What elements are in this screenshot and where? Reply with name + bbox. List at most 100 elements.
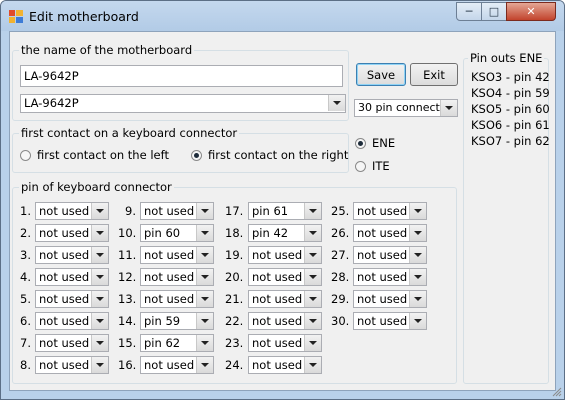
chevron-down-icon[interactable] (196, 247, 213, 263)
chevron-down-icon[interactable] (304, 291, 321, 307)
motherboard-name-input[interactable]: LA-9642P (20, 65, 343, 87)
chevron-down-icon[interactable] (304, 269, 321, 285)
pin-select[interactable]: pin 60 (140, 224, 214, 242)
chevron-down-icon[interactable] (91, 335, 108, 351)
chevron-down-icon[interactable] (304, 313, 321, 329)
pin-select[interactable]: not used (35, 290, 109, 308)
pin-select[interactable]: pin 61 (248, 202, 322, 220)
chevron-down-icon[interactable] (304, 357, 321, 373)
pin-number-label: 1. (20, 204, 31, 218)
pin-select[interactable]: not used (35, 224, 109, 242)
pin-number-label: 3. (20, 248, 31, 262)
chevron-down-icon[interactable] (304, 247, 321, 263)
pin-number-label: 25. (331, 204, 350, 218)
minimize-button[interactable]: ─ (456, 2, 482, 21)
pin-number-label: 22. (225, 314, 244, 328)
pin-select[interactable]: not used (248, 268, 322, 286)
chevron-down-icon[interactable] (91, 203, 108, 219)
chevron-down-icon[interactable] (196, 335, 213, 351)
pin-select[interactable]: not used (35, 356, 109, 374)
chevron-down-icon[interactable] (196, 225, 213, 241)
pin-number-label: 18. (225, 226, 244, 240)
motherboard-select-value: LA-9642P (24, 96, 79, 110)
chevron-down-icon[interactable] (409, 291, 426, 307)
connector-select-value: 30 pin connector (358, 101, 452, 114)
chevron-down-icon[interactable] (409, 247, 426, 263)
pin-select-value: not used (39, 292, 90, 306)
pin-select-value: not used (144, 270, 195, 284)
pin-select[interactable]: not used (353, 202, 427, 220)
pin-number-label: 27. (331, 248, 350, 262)
pin-select[interactable]: not used (140, 202, 214, 220)
chevron-down-icon[interactable] (304, 225, 321, 241)
controller-ene-radio[interactable]: ENE (355, 136, 395, 150)
pin-select[interactable]: not used (248, 290, 322, 308)
chevron-down-icon[interactable] (196, 313, 213, 329)
chevron-down-icon[interactable] (304, 203, 321, 219)
pin-select[interactable]: not used (248, 246, 322, 264)
first-contact-left-radio[interactable]: first contact on the left (20, 148, 169, 162)
chevron-down-icon[interactable] (196, 357, 213, 373)
motherboard-select[interactable]: LA-9642P (20, 94, 346, 113)
pin-number-label: 14. (118, 314, 137, 328)
pin-select[interactable]: not used (353, 268, 427, 286)
pin-select[interactable]: pin 42 (248, 224, 322, 242)
pin-number-label: 17. (225, 204, 244, 218)
pin-select[interactable]: not used (353, 290, 427, 308)
resize-grip-icon[interactable] (550, 385, 562, 397)
pin-select[interactable]: not used (140, 246, 214, 264)
chevron-down-icon[interactable] (409, 269, 426, 285)
maximize-button[interactable]: □ (481, 2, 507, 21)
pin-number-label: 16. (118, 358, 137, 372)
chevron-down-icon[interactable] (91, 269, 108, 285)
minimize-icon: ─ (465, 5, 473, 18)
pin-select[interactable]: not used (35, 268, 109, 286)
pin-select[interactable]: not used (35, 202, 109, 220)
pin-select[interactable]: not used (35, 334, 109, 352)
pin-select[interactable]: not used (140, 268, 214, 286)
chevron-down-icon[interactable] (196, 291, 213, 307)
connector-select[interactable]: 30 pin connector (354, 99, 458, 117)
pin-select-value: not used (252, 358, 303, 372)
pin-select[interactable]: not used (140, 290, 214, 308)
pin-select[interactable]: not used (353, 312, 427, 330)
exit-button[interactable]: Exit (410, 63, 458, 86)
pin-select[interactable]: not used (248, 312, 322, 330)
chevron-down-icon[interactable] (304, 335, 321, 351)
chevron-down-icon[interactable] (328, 95, 345, 111)
chevron-down-icon[interactable] (409, 225, 426, 241)
close-button[interactable]: ✕ (506, 2, 556, 21)
pin-number-label: 13. (118, 292, 137, 306)
chevron-down-icon[interactable] (91, 313, 108, 329)
controller-ite-radio[interactable]: ITE (355, 159, 390, 173)
save-button[interactable]: Save (356, 63, 406, 86)
pin-select[interactable]: not used (248, 334, 322, 352)
chevron-down-icon[interactable] (409, 203, 426, 219)
pin-select[interactable]: pin 62 (140, 334, 214, 352)
chevron-down-icon[interactable] (409, 313, 426, 329)
first-contact-right-radio[interactable]: first contact on the right (191, 148, 348, 162)
keyboard-pins-legend: pin of keyboard connector (19, 180, 174, 194)
pin-select[interactable]: not used (353, 224, 427, 242)
pin-select[interactable]: not used (248, 356, 322, 374)
pin-select[interactable]: pin 59 (140, 312, 214, 330)
chevron-down-icon[interactable] (440, 100, 457, 116)
pin-number-label: 15. (118, 336, 137, 350)
pin-select[interactable]: not used (35, 312, 109, 330)
pin-select-value: not used (39, 314, 90, 328)
pin-number-label: 7. (20, 336, 31, 350)
chevron-down-icon[interactable] (91, 357, 108, 373)
pin-select[interactable]: not used (353, 246, 427, 264)
motherboard-name-legend: the name of the motherboard (19, 43, 195, 57)
chevron-down-icon[interactable] (91, 225, 108, 241)
pin-select[interactable]: not used (140, 356, 214, 374)
pin-select[interactable]: not used (35, 246, 109, 264)
chevron-down-icon[interactable] (196, 203, 213, 219)
chevron-down-icon[interactable] (91, 291, 108, 307)
pin-select-value: not used (39, 270, 90, 284)
title-bar[interactable]: Edit motherboard ─ □ ✕ (1, 1, 564, 31)
chevron-down-icon[interactable] (91, 247, 108, 263)
first-contact-right-label: first contact on the right (208, 148, 349, 162)
pin-number-label: 2. (20, 226, 31, 240)
chevron-down-icon[interactable] (196, 269, 213, 285)
